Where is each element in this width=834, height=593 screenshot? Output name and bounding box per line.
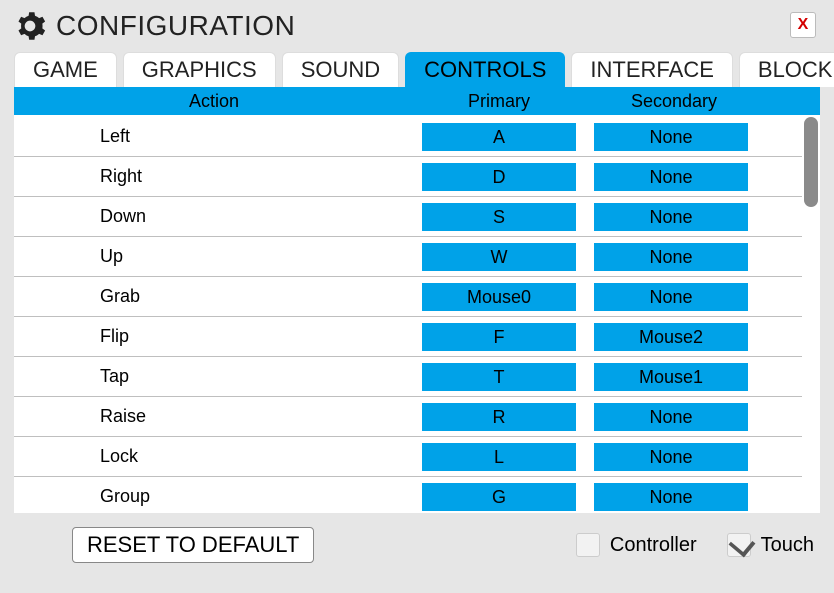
- tab-sound[interactable]: SOUND: [282, 52, 399, 87]
- controller-checkbox[interactable]: Controller: [576, 533, 697, 557]
- secondary-key-button[interactable]: None: [594, 283, 748, 311]
- binding-action: Left: [14, 126, 414, 147]
- table-header: Action Primary Secondary: [14, 87, 820, 115]
- binding-row: Flip F Mouse2: [14, 317, 802, 357]
- secondary-key-button[interactable]: Mouse1: [594, 363, 748, 391]
- secondary-key-button[interactable]: None: [594, 123, 748, 151]
- page-title: CONFIGURATION: [56, 10, 295, 42]
- primary-key-button[interactable]: F: [422, 323, 576, 351]
- primary-key-button[interactable]: A: [422, 123, 576, 151]
- tab-graphics[interactable]: GRAPHICS: [123, 52, 276, 87]
- binding-row: Lock L None: [14, 437, 802, 477]
- secondary-key-button[interactable]: None: [594, 243, 748, 271]
- binding-row: Left A None: [14, 117, 802, 157]
- binding-row: Grab Mouse0 None: [14, 277, 802, 317]
- header-primary: Primary: [414, 87, 584, 115]
- binding-action: Raise: [14, 406, 414, 427]
- tab-game[interactable]: GAME: [14, 52, 117, 87]
- header-action: Action: [14, 87, 414, 115]
- binding-action: Group: [14, 486, 414, 507]
- binding-action: Tap: [14, 366, 414, 387]
- gear-icon: [14, 10, 46, 42]
- binding-row: Up W None: [14, 237, 802, 277]
- tab-controls[interactable]: CONTROLS: [405, 52, 565, 87]
- binding-action: Lock: [14, 446, 414, 467]
- binding-action: Right: [14, 166, 414, 187]
- touch-label: Touch: [761, 534, 814, 557]
- checkbox-box: [727, 533, 751, 557]
- controller-label: Controller: [610, 534, 697, 557]
- primary-key-button[interactable]: T: [422, 363, 576, 391]
- binding-action: Down: [14, 206, 414, 227]
- binding-row: Group G None: [14, 477, 802, 513]
- binding-action: Up: [14, 246, 414, 267]
- secondary-key-button[interactable]: None: [594, 483, 748, 511]
- primary-key-button[interactable]: L: [422, 443, 576, 471]
- checkbox-box: [576, 533, 600, 557]
- header-secondary: Secondary: [584, 87, 764, 115]
- scrollbar-thumb[interactable]: [804, 117, 818, 207]
- primary-key-button[interactable]: Mouse0: [422, 283, 576, 311]
- primary-key-button[interactable]: R: [422, 403, 576, 431]
- binding-row: Right D None: [14, 157, 802, 197]
- tab-blocked[interactable]: BLOCKED: [739, 52, 834, 87]
- primary-key-button[interactable]: G: [422, 483, 576, 511]
- bindings-list: Left A None Right D None Down S None Up W None Grab M…: [14, 115, 802, 513]
- touch-checkbox[interactable]: Touch: [727, 533, 814, 557]
- secondary-key-button[interactable]: None: [594, 203, 748, 231]
- secondary-key-button[interactable]: None: [594, 403, 748, 431]
- primary-key-button[interactable]: D: [422, 163, 576, 191]
- scrollbar[interactable]: [802, 115, 820, 513]
- footer: RESET TO DEFAULT Controller Touch: [0, 513, 834, 563]
- bindings-scrollarea: Left A None Right D None Down S None Up W None Grab M…: [14, 115, 820, 513]
- binding-action: Flip: [14, 326, 414, 347]
- binding-row: Raise R None: [14, 397, 802, 437]
- primary-key-button[interactable]: W: [422, 243, 576, 271]
- primary-key-button[interactable]: S: [422, 203, 576, 231]
- tabs: GAMEGRAPHICSSOUNDCONTROLSINTERFACEBLOCKE…: [0, 52, 834, 87]
- binding-row: Tap T Mouse1: [14, 357, 802, 397]
- binding-row: Down S None: [14, 197, 802, 237]
- secondary-key-button[interactable]: Mouse2: [594, 323, 748, 351]
- binding-action: Grab: [14, 286, 414, 307]
- secondary-key-button[interactable]: None: [594, 163, 748, 191]
- tab-interface[interactable]: INTERFACE: [571, 52, 732, 87]
- close-button[interactable]: X: [790, 12, 816, 38]
- reset-to-default-button[interactable]: RESET TO DEFAULT: [72, 527, 314, 563]
- secondary-key-button[interactable]: None: [594, 443, 748, 471]
- titlebar: CONFIGURATION X: [0, 0, 834, 48]
